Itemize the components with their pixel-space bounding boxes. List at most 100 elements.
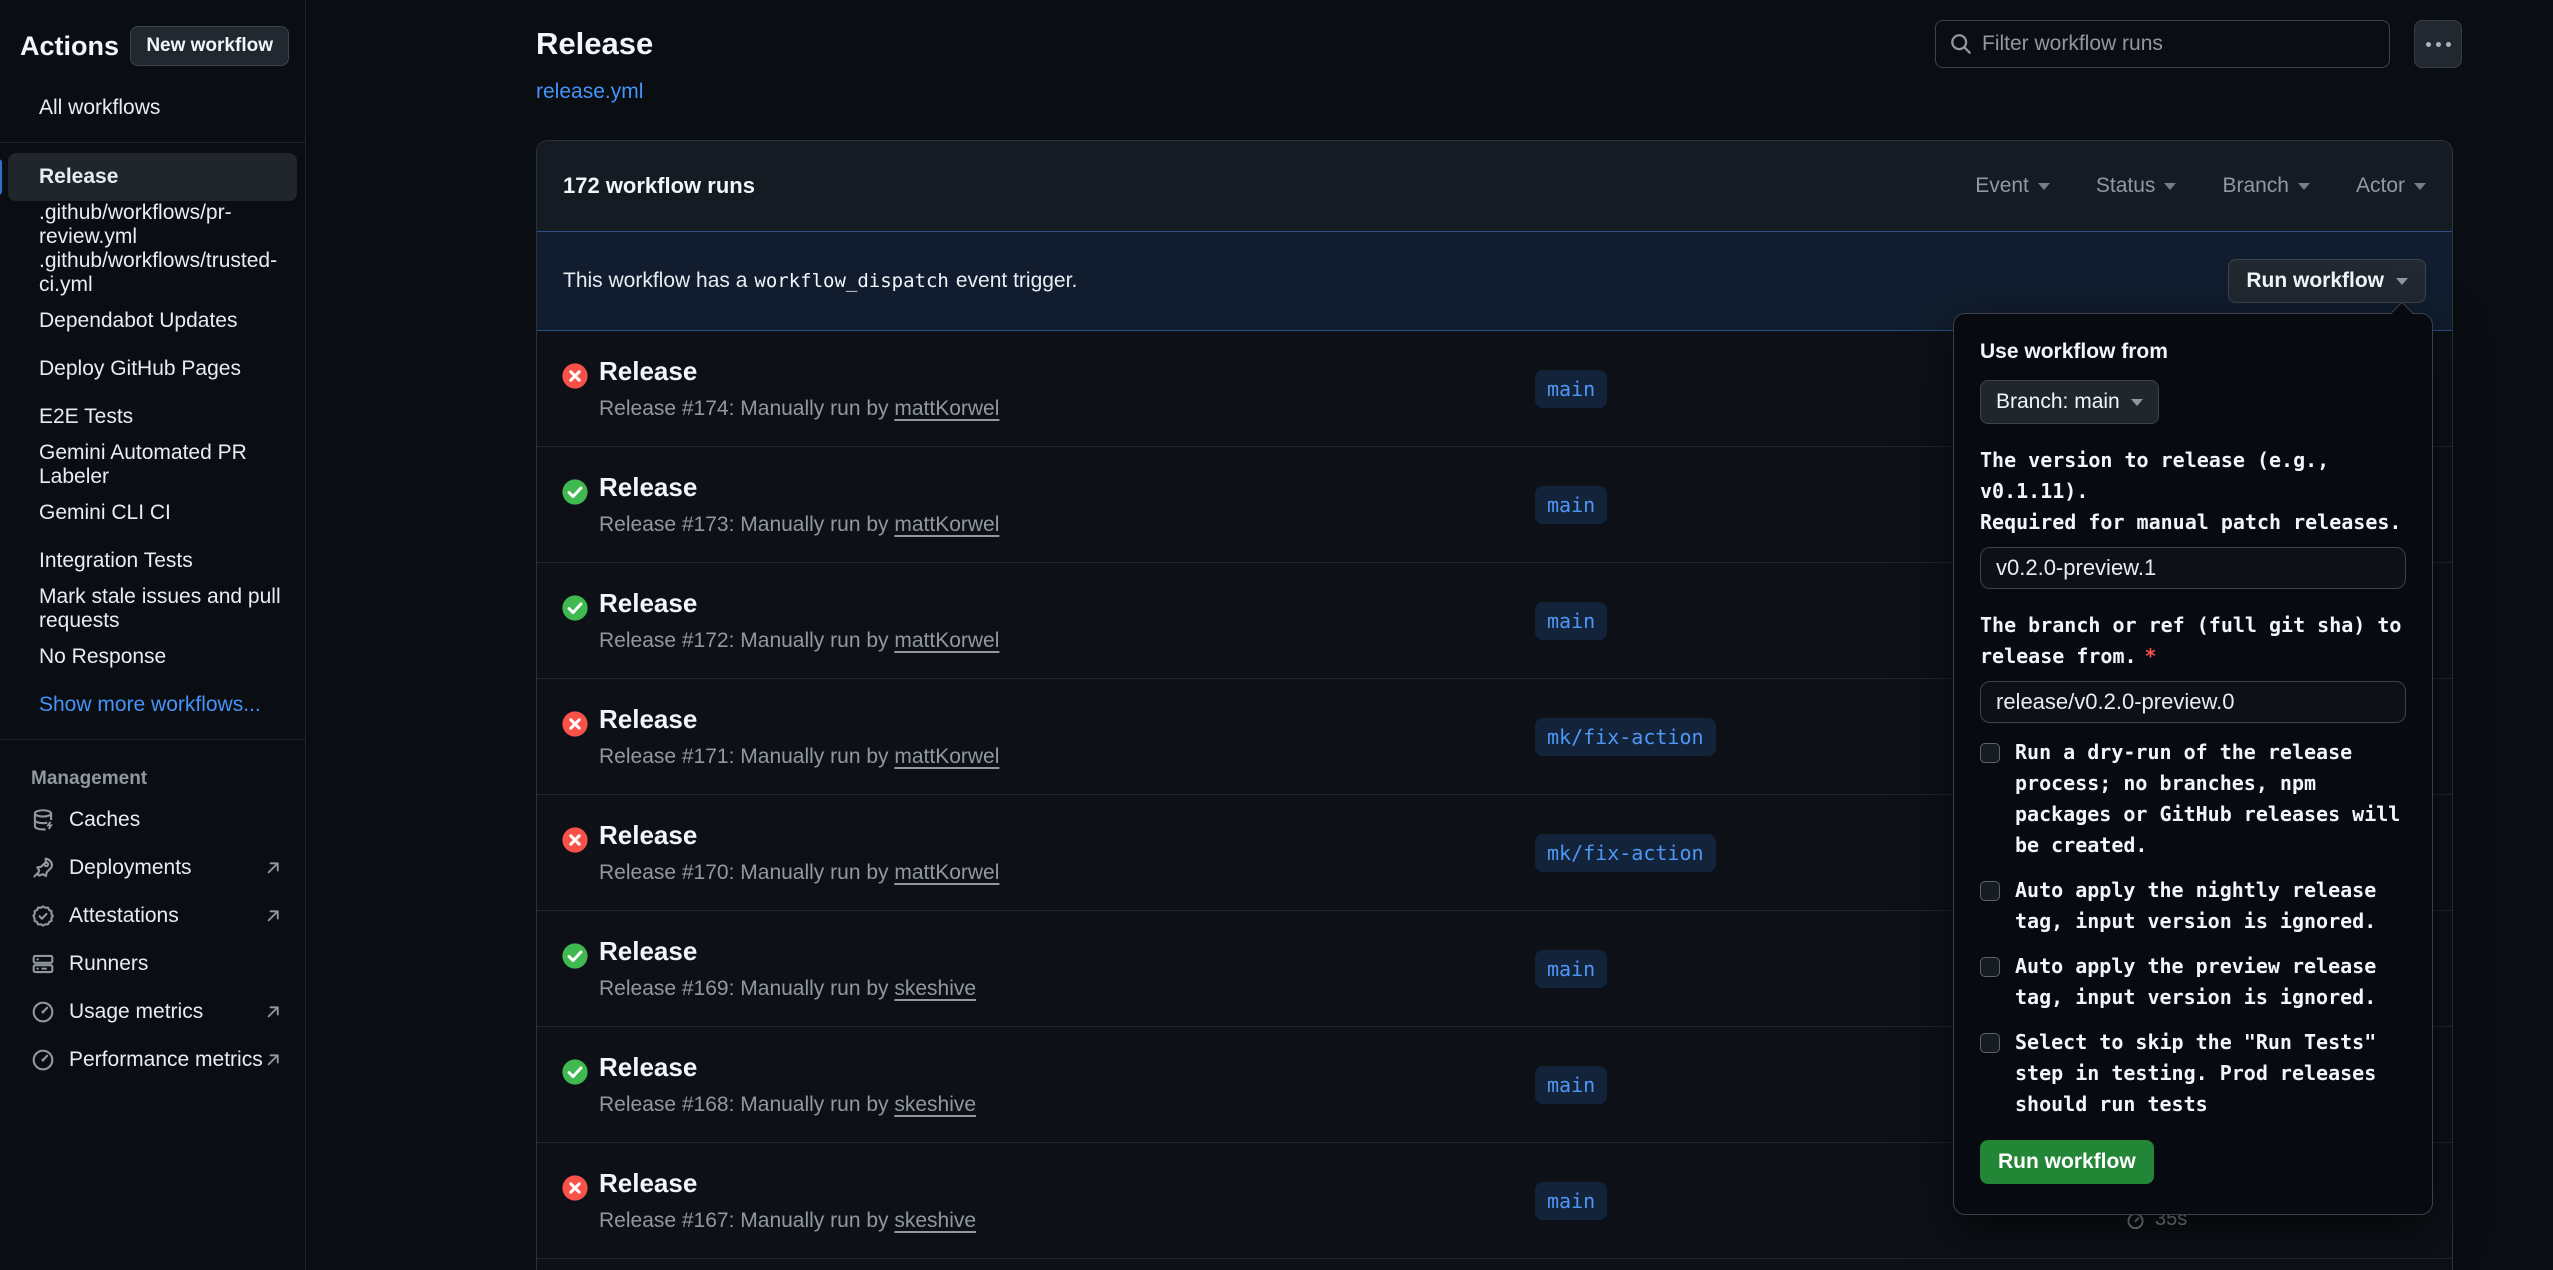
ref-input[interactable]	[1980, 681, 2406, 723]
sidebar-item-gemini-pr-labeler[interactable]: Gemini Automated PR Labeler	[8, 441, 297, 489]
run-title-link[interactable]: Release	[599, 472, 697, 503]
branch-badge[interactable]: main	[1535, 1066, 1607, 1104]
status-success-icon	[561, 478, 589, 506]
actor-link[interactable]: mattKorwel	[894, 745, 999, 768]
nightly-tag-checkbox-label[interactable]: Auto apply the nightly release tag, inpu…	[2015, 875, 2406, 937]
status-failure-icon	[561, 826, 589, 854]
external-link-icon	[263, 858, 283, 878]
banner-text: This workflow has aworkflow_dispatcheven…	[563, 269, 1077, 293]
run-description: Release #172: Manually run by mattKorwel	[599, 629, 999, 653]
actor-link[interactable]: skeshive	[894, 1093, 976, 1116]
run-description: Release #173: Manually run by mattKorwel	[599, 513, 999, 537]
status-failure-icon	[561, 710, 589, 738]
preview-tag-checkbox[interactable]	[1980, 957, 2000, 977]
sidebar-item-deploy-github-pages[interactable]: Deploy GitHub Pages	[8, 345, 297, 393]
run-title-link[interactable]: Release	[599, 588, 697, 619]
status-failure-icon	[561, 362, 589, 390]
workflow-file-link[interactable]: release.yml	[536, 80, 643, 104]
branch-badge[interactable]: mk/fix-action	[1535, 718, 1716, 756]
sidebar-item-e2e-tests[interactable]: E2E Tests	[8, 393, 297, 441]
status-success-icon	[561, 1058, 589, 1086]
chevron-down-icon	[2396, 278, 2408, 285]
workflow-dispatch-code: workflow_dispatch	[754, 270, 948, 292]
server-icon	[31, 952, 55, 976]
runs-count: 172 workflow runs	[563, 173, 755, 199]
chevron-down-icon	[2131, 399, 2143, 406]
sidebar-item-deployments[interactable]: Deployments	[0, 844, 305, 892]
sidebar-divider	[0, 142, 305, 143]
sidebar-item-gemini-cli-ci[interactable]: Gemini CLI CI	[8, 489, 297, 537]
branch-badge[interactable]: main	[1535, 1182, 1607, 1220]
dry-run-checkbox[interactable]	[1980, 743, 2000, 763]
skip-tests-checkbox-label[interactable]: Select to skip the "Run Tests" step in t…	[2015, 1027, 2406, 1120]
show-more-workflows-link[interactable]: Show more workflows...	[8, 681, 297, 729]
actor-link[interactable]: mattKorwel	[894, 861, 999, 884]
chevron-down-icon	[2298, 183, 2310, 190]
runs-list-header: 172 workflow runs Event Status Branch Ac…	[537, 141, 2452, 231]
sidebar-divider	[0, 739, 305, 740]
status-filter-dropdown[interactable]: Status	[2096, 174, 2177, 198]
sidebar-item-no-response[interactable]: No Response	[8, 633, 297, 681]
run-workflow-submit-button[interactable]: Run workflow	[1980, 1140, 2154, 1184]
branch-badge[interactable]: main	[1535, 486, 1607, 524]
sidebar-item-performance-metrics[interactable]: Performance metrics	[0, 1036, 305, 1084]
status-failure-icon	[561, 1174, 589, 1202]
run-title-link[interactable]: Release	[599, 936, 697, 967]
branch-badge[interactable]: main	[1535, 370, 1607, 408]
run-title-link[interactable]: Release	[599, 704, 697, 735]
sidebar-item-release[interactable]: Release	[8, 153, 297, 201]
chevron-down-icon	[2038, 183, 2050, 190]
run-description: Release #167: Manually run by skeshive	[599, 1209, 976, 1233]
verified-icon	[31, 904, 55, 928]
run-workflow-dropdown-button[interactable]: Run workflow	[2228, 259, 2426, 303]
event-filter-dropdown[interactable]: Event	[1975, 174, 2050, 198]
run-description: Release #168: Manually run by skeshive	[599, 1093, 976, 1117]
run-workflow-panel: Use workflow from Branch: main The versi…	[1953, 313, 2433, 1215]
branch-filter-dropdown[interactable]: Branch	[2222, 174, 2310, 198]
actor-link[interactable]: mattKorwel	[894, 629, 999, 652]
sidebar-item-trusted-ci[interactable]: .github/workflows/trusted-ci.yml	[8, 249, 297, 297]
dry-run-checkbox-label[interactable]: Run a dry-run of the release process; no…	[2015, 737, 2406, 861]
meter-icon	[31, 1000, 55, 1024]
sidebar-item-pr-review[interactable]: .github/workflows/pr-review.yml	[8, 201, 297, 249]
branch-selector-button[interactable]: Branch: main	[1980, 380, 2159, 424]
sidebar-item-mark-stale[interactable]: Mark stale issues and pull requests	[8, 585, 297, 633]
filter-workflow-runs-input[interactable]	[1935, 20, 2390, 68]
sidebar-item-all-workflows[interactable]: All workflows	[8, 84, 297, 132]
sidebar-item-integration-tests[interactable]: Integration Tests	[8, 537, 297, 585]
run-title-link[interactable]: Release	[599, 356, 697, 387]
management-section-label: Management	[0, 750, 305, 796]
nightly-tag-checkbox[interactable]	[1980, 881, 2000, 901]
skip-tests-checkbox[interactable]	[1980, 1033, 2000, 1053]
actor-filter-dropdown[interactable]: Actor	[2356, 174, 2426, 198]
actor-link[interactable]: skeshive	[894, 977, 976, 1000]
workflow-options-kebab-button[interactable]	[2414, 20, 2462, 68]
run-title-link[interactable]: Release	[599, 1168, 697, 1199]
actions-sidebar: Actions New workflow All workflows Relea…	[0, 0, 306, 1270]
status-success-icon	[561, 594, 589, 622]
sidebar-item-runners[interactable]: Runners	[0, 940, 305, 988]
version-input[interactable]	[1980, 547, 2406, 589]
run-title-link[interactable]: Release	[599, 1052, 697, 1083]
preview-tag-checkbox-label[interactable]: Auto apply the preview release tag, inpu…	[2015, 951, 2406, 1013]
run-description: Release #174: Manually run by mattKorwel	[599, 397, 999, 421]
sidebar-item-usage-metrics[interactable]: Usage metrics	[0, 988, 305, 1036]
run-description: Release #169: Manually run by skeshive	[599, 977, 976, 1001]
run-title-link[interactable]: Release	[599, 820, 697, 851]
page-title: Release	[536, 26, 653, 62]
actor-link[interactable]: skeshive	[894, 1209, 976, 1232]
sidebar-item-caches[interactable]: Caches	[0, 796, 305, 844]
meter-icon	[31, 1048, 55, 1072]
new-workflow-button[interactable]: New workflow	[130, 26, 289, 66]
sidebar-title: Actions	[20, 31, 119, 62]
actor-link[interactable]: mattKorwel	[894, 513, 999, 536]
branch-badge[interactable]: main	[1535, 602, 1607, 640]
required-asterisk: *	[2145, 644, 2157, 668]
branch-badge[interactable]: mk/fix-action	[1535, 834, 1716, 872]
chevron-down-icon	[2164, 183, 2176, 190]
actor-link[interactable]: mattKorwel	[894, 397, 999, 420]
sidebar-item-dependabot-updates[interactable]: Dependabot Updates	[8, 297, 297, 345]
branch-badge[interactable]: main	[1535, 950, 1607, 988]
use-workflow-from-heading: Use workflow from	[1980, 340, 2406, 364]
sidebar-item-attestations[interactable]: Attestations	[0, 892, 305, 940]
